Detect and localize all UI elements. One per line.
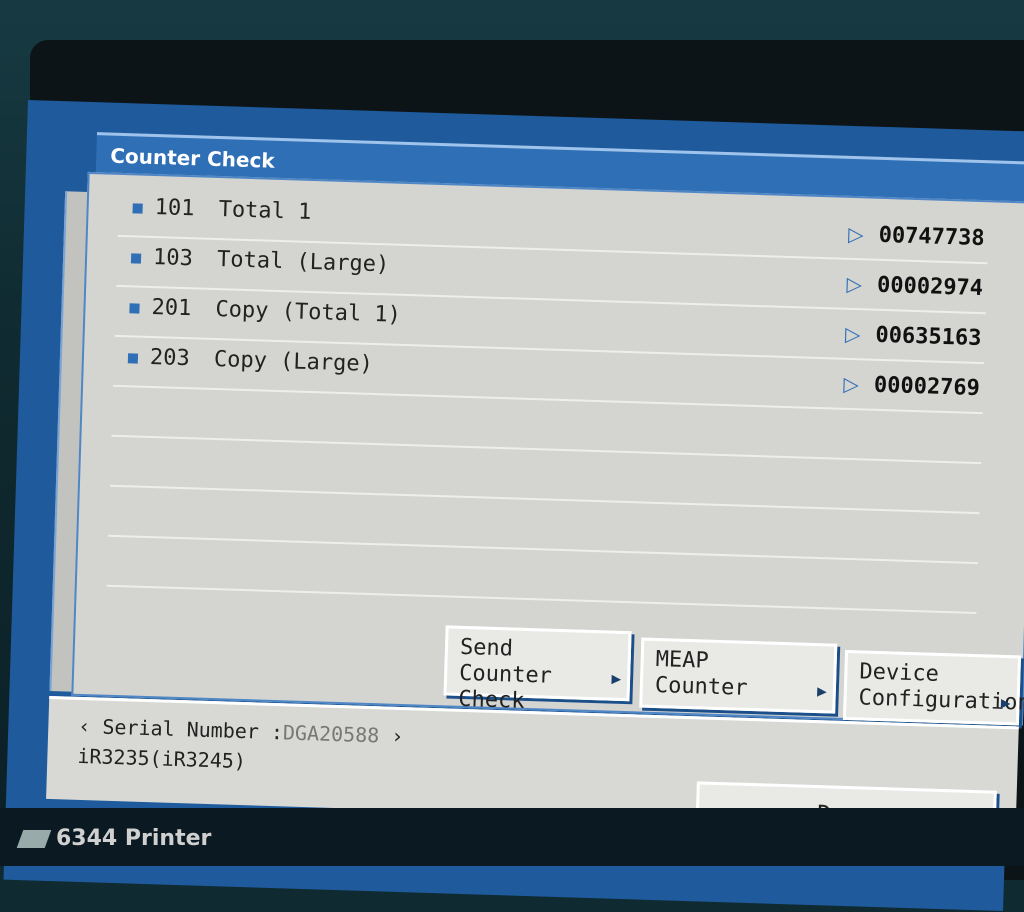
meap-counter-button[interactable]: MEAP Counter ▶ xyxy=(639,637,838,714)
square-bullet-icon xyxy=(129,303,140,314)
counter-label: Copy (Total 1) xyxy=(215,296,402,328)
counter-value-group: ▷ 00635163 xyxy=(845,322,982,351)
submenu-arrow-icon: ▶ xyxy=(611,668,622,688)
serial-suffix: › xyxy=(390,723,404,749)
button-label-line: Configuration xyxy=(858,685,1024,716)
counter-value: 00002974 xyxy=(876,272,984,302)
counter-value-group: ▷ 00747738 xyxy=(848,222,985,251)
counter-value: 00002769 xyxy=(873,372,981,402)
counter-code: 203 xyxy=(149,344,191,372)
counter-value: 00747738 xyxy=(878,222,985,252)
printer-icon xyxy=(16,830,52,848)
square-bullet-icon xyxy=(130,253,142,264)
square-bullet-icon xyxy=(132,203,143,214)
submenu-arrow-icon: ▶ xyxy=(816,681,828,701)
button-label-line: Send Counter xyxy=(458,634,553,689)
counter-value-group: ▷ 00002974 xyxy=(846,272,983,301)
button-label-line: Counter xyxy=(654,672,748,701)
counter-code: 103 xyxy=(152,245,194,272)
counter-label: Total (Large) xyxy=(216,247,390,278)
counter-code: 201 xyxy=(151,294,192,322)
counter-label: Total 1 xyxy=(218,197,312,225)
counter-label: Copy (Large) xyxy=(213,346,374,377)
touch-screen: Counter Check 101 Total 1 ▷ 00747738 103… xyxy=(3,100,1024,912)
triangle-right-icon: ▷ xyxy=(843,371,860,397)
triangle-right-icon: ▷ xyxy=(847,221,864,247)
counter-value: 00635163 xyxy=(875,322,982,352)
counter-value-group: ▷ 00002769 xyxy=(843,372,980,401)
triangle-right-icon: ▷ xyxy=(844,321,861,347)
window-title: Counter Check xyxy=(109,143,276,173)
send-counter-check-button[interactable]: Send Counter Check ▶ xyxy=(443,625,632,714)
printer-status[interactable]: 6344 Printer xyxy=(16,826,212,851)
device-configuration-button[interactable]: Device Configuration ▶ xyxy=(842,649,1024,726)
triangle-right-icon: ▷ xyxy=(846,271,863,297)
counter-code: 101 xyxy=(154,195,195,222)
serial-value: DGA20588 xyxy=(282,720,380,748)
submenu-arrow-icon: ▶ xyxy=(1000,692,1011,713)
printer-label: 6344 Printer xyxy=(56,826,212,851)
counter-list-panel: 101 Total 1 ▷ 00747738 103 Total (Large)… xyxy=(71,171,1024,726)
square-bullet-icon xyxy=(127,353,139,364)
